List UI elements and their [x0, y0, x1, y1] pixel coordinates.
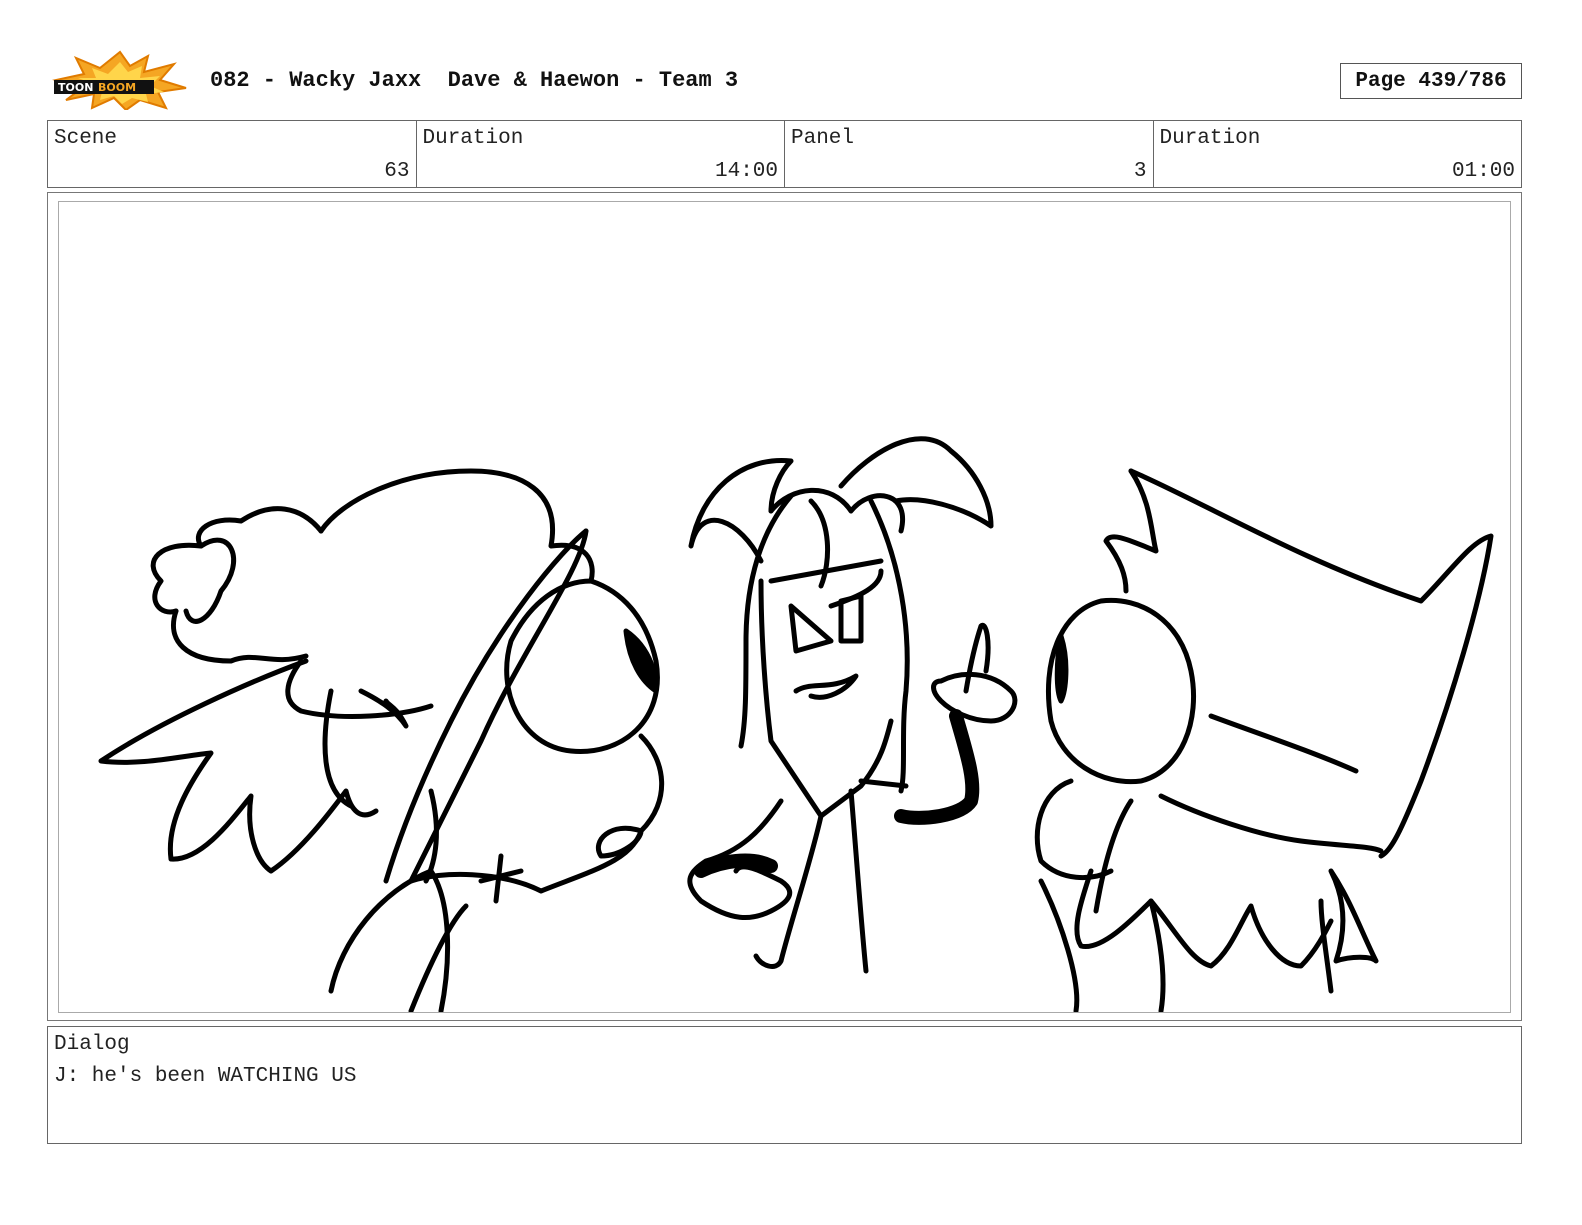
scene-label: Scene — [54, 127, 118, 150]
scene-cell: Scene 63 — [48, 121, 417, 187]
panel-duration-label: Duration — [1159, 127, 1261, 150]
panel-duration-cell: Duration 01:00 — [1154, 121, 1522, 187]
scene-value: 63 — [384, 160, 410, 183]
scene-duration-value: 14:00 — [714, 160, 778, 183]
storyboard-title: 082 - Wacky Jaxx Dave & Haewon - Team 3 — [210, 68, 739, 93]
toonboom-logo: TOON BOOM — [52, 50, 188, 112]
panel-value: 3 — [1133, 160, 1147, 183]
panel-cell: Panel 3 — [785, 121, 1154, 187]
scene-duration-label: Duration — [422, 127, 524, 150]
right-character-sketch — [1034, 468, 1494, 1012]
dialog-label: Dialog — [54, 1033, 130, 1056]
dialog-text: J: he's been WATCHING US — [54, 1065, 357, 1088]
center-character-sketch — [687, 436, 1018, 974]
svg-text:BOOM: BOOM — [98, 81, 136, 94]
dialog-box: Dialog J: he's been WATCHING US — [47, 1026, 1522, 1144]
panel-duration-value: 01:00 — [1451, 160, 1515, 183]
panel-label: Panel — [791, 127, 855, 150]
scene-info-bar: Scene 63 Duration 14:00 Panel 3 Duration… — [47, 120, 1522, 188]
left-character-sketch — [98, 468, 665, 1012]
svg-text:TOON: TOON — [58, 81, 93, 94]
page-number: Page 439/786 — [1340, 63, 1522, 99]
storyboard-drawing — [58, 201, 1511, 1013]
scene-duration-cell: Duration 14:00 — [417, 121, 785, 187]
